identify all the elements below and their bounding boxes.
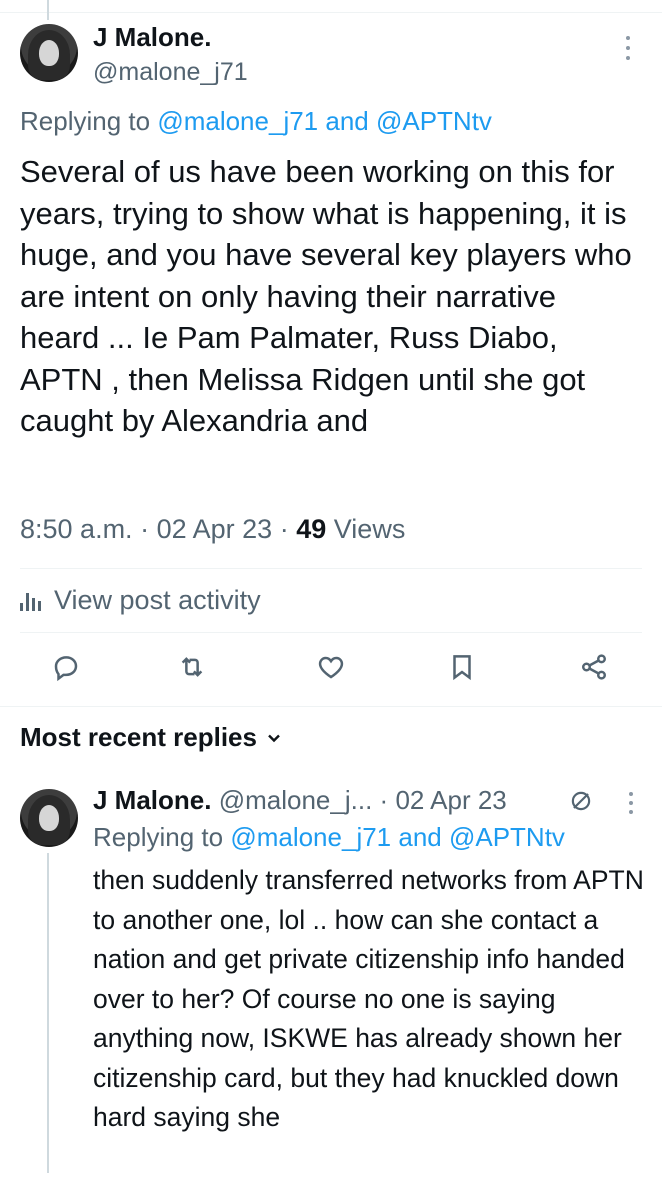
section-divider: [0, 706, 662, 707]
tweet-text: Several of us have been working on this …: [20, 154, 632, 438]
like-icon[interactable]: [314, 650, 348, 684]
views-label: Views: [333, 514, 406, 544]
tweet-time[interactable]: 8:50 a.m.: [20, 514, 133, 544]
reply-more-options-icon[interactable]: [629, 792, 633, 814]
repost-icon[interactable]: [175, 650, 209, 684]
thread-connector-line: [47, 0, 49, 20]
mention-link-1[interactable]: @malone_j71: [157, 106, 318, 136]
avatar[interactable]: [20, 24, 78, 82]
reply-mention-link-2[interactable]: @APTNtv: [449, 822, 565, 852]
author-name[interactable]: J Malone.: [93, 22, 211, 53]
reply-thread-line: [47, 853, 49, 1173]
reply-mention-conjunction[interactable]: and: [391, 822, 449, 852]
replies-sort-label: Most recent replies: [20, 722, 257, 752]
reply-date[interactable]: 02 Apr 23: [395, 785, 506, 815]
divider: [20, 568, 642, 569]
tweet-meta: 8:50 a.m. · 02 Apr 23 · 49 Views: [20, 514, 406, 544]
replying-to: Replying to @malone_j71 and @APTNtv: [20, 106, 492, 136]
chevron-down-icon: [268, 734, 280, 742]
mention-link-2[interactable]: @APTNtv: [376, 106, 492, 136]
replies-sort-dropdown[interactable]: Most recent replies: [20, 722, 281, 753]
reply-replying-to: Replying to @malone_j71 and @APTNtv: [93, 822, 565, 852]
views-count: 49: [296, 514, 327, 544]
bookmark-icon[interactable]: [445, 650, 479, 684]
more-options-icon[interactable]: [625, 36, 631, 60]
reply-avatar[interactable]: [20, 789, 78, 847]
reply-text: then suddenly transferred networks from …: [93, 865, 644, 1132]
analytics-icon: [20, 591, 42, 611]
top-divider: [0, 12, 662, 13]
activity-label: View post activity: [54, 585, 261, 615]
mention-conjunction[interactable]: and: [318, 106, 376, 136]
reply-author-name[interactable]: J Malone.: [93, 785, 211, 815]
edited-icon[interactable]: [568, 788, 594, 814]
share-icon[interactable]: [577, 650, 611, 684]
reply-icon[interactable]: [49, 650, 83, 684]
reply-mention-link-1[interactable]: @malone_j71: [230, 822, 391, 852]
reply-author-handle[interactable]: @malone_j...: [219, 785, 373, 815]
tweet-date[interactable]: 02 Apr 23: [157, 514, 273, 544]
view-post-activity-link[interactable]: View post activity: [20, 585, 261, 616]
reply-header: J Malone. @malone_j... · 02 Apr 23: [93, 785, 507, 815]
author-handle[interactable]: @malone_j71: [93, 58, 248, 87]
divider: [20, 632, 642, 633]
